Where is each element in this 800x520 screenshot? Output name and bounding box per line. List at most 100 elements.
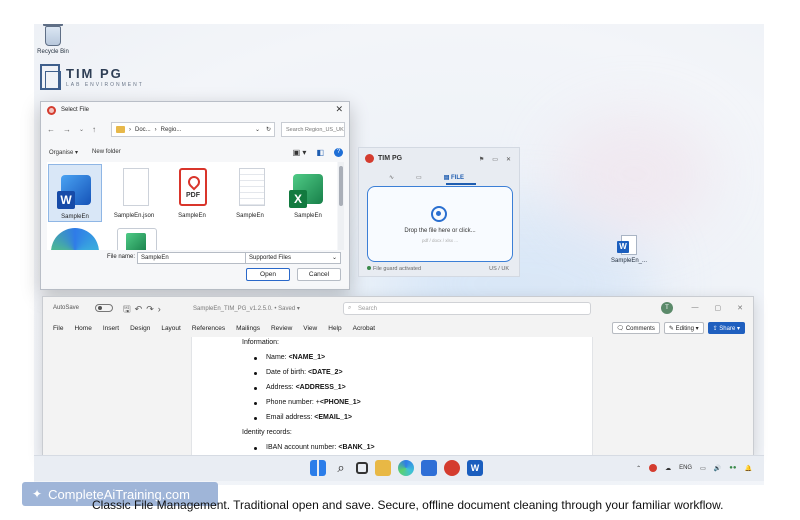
breadcrumb-item[interactable]: Regio... xyxy=(161,127,182,133)
tab-mailings[interactable]: Mailings xyxy=(236,325,260,332)
autosave-toggle[interactable] xyxy=(95,304,113,312)
start-icon[interactable] xyxy=(310,460,326,476)
region-text: US / UK xyxy=(489,266,509,272)
taskbar-icons: ⌕ W xyxy=(310,460,483,476)
new-folder-button[interactable]: New folder xyxy=(92,149,121,155)
quick-access-icons[interactable]: 🖫↶↷› xyxy=(123,302,165,318)
tab-home[interactable]: Home xyxy=(74,325,91,332)
tim-pg-icon[interactable] xyxy=(444,460,460,476)
excel-icon: X xyxy=(289,174,323,208)
display-icon[interactable]: ▭ xyxy=(700,465,706,472)
address-bar[interactable]: › Doc... › Regio... ⌄ ↻ xyxy=(111,122,275,137)
word-search-input[interactable]: ⌕ Search xyxy=(343,302,591,315)
recycle-bin[interactable]: Recycle Bin xyxy=(34,24,72,55)
tab-view[interactable]: View xyxy=(303,325,317,332)
card-icon[interactable]: ▭ xyxy=(416,174,422,181)
forward-arrow-icon[interactable]: → xyxy=(63,125,71,134)
refresh-icon[interactable]: ↻ xyxy=(266,126,271,133)
list-item: Email address: <EMAIL_1> xyxy=(254,414,352,421)
select-file-dialog: Select File ✕ ← → ⌄ ↑ › Doc... › Regio..… xyxy=(40,101,350,290)
search-input[interactable]: Search Region_US_UK xyxy=(281,122,345,137)
language-indicator[interactable]: ENG xyxy=(679,465,692,471)
volume-icon[interactable]: 🔊 xyxy=(714,465,721,472)
file-item-text[interactable]: SampleEn xyxy=(223,164,277,222)
field-tag: <EMAIL_1> xyxy=(314,414,352,421)
tab-design[interactable]: Design xyxy=(130,325,150,332)
avatar[interactable]: T xyxy=(661,302,673,314)
task-view-icon[interactable] xyxy=(356,462,368,474)
desktop-file[interactable]: W SampleEn_... xyxy=(604,235,654,264)
file-explorer-icon[interactable] xyxy=(375,460,391,476)
tab-layout[interactable]: Layout xyxy=(161,325,181,332)
organise-button[interactable]: Organise ▾ xyxy=(49,149,78,156)
file-item-word[interactable]: W SampleEn xyxy=(48,164,102,222)
breadcrumb-item[interactable]: Doc... xyxy=(135,127,151,133)
word-icon[interactable]: W xyxy=(467,460,483,476)
word-file-icon: W xyxy=(617,235,637,255)
cloud-icon[interactable]: ☁ xyxy=(665,465,671,472)
chevron-up-icon[interactable]: ⌃ xyxy=(636,465,641,472)
tab-insert[interactable]: Insert xyxy=(103,325,119,332)
system-tray: ⌃ ☁ ENG ▭ 🔊 ●● 🔔 xyxy=(636,464,752,472)
active-tab-indicator xyxy=(446,183,476,185)
logo-title: TIM PG xyxy=(66,66,123,81)
pulse-icon[interactable]: ∿ xyxy=(389,174,394,181)
file-type-select[interactable]: Supported Files ⌄ xyxy=(245,252,341,264)
drop-zone-text: Drop the file here or click... xyxy=(404,228,476,234)
minimize-icon[interactable]: — xyxy=(692,304,699,312)
search-icon[interactable]: ⌕ xyxy=(333,460,349,476)
close-icon[interactable]: ✕ xyxy=(335,104,343,115)
document-page[interactable]: Information: Name: <NAME_1> Date of birt… xyxy=(191,337,593,455)
panel-tabs: ∿ ▭ ▤ FILE xyxy=(389,174,464,181)
notification-icon[interactable]: 🔔 xyxy=(745,465,752,472)
drop-zone-subtext: pdf / docx / xlsx ... xyxy=(421,238,458,243)
field-tag: <ADDRESS_1> xyxy=(295,384,346,391)
tab-file[interactable]: File xyxy=(53,325,63,332)
chevron-down-icon[interactable]: ⌄ xyxy=(255,126,260,133)
edge-icon[interactable] xyxy=(51,228,99,250)
document-title[interactable]: SampleEn_TIM_PG_v1.2.5.0. • Saved ▾ xyxy=(193,305,300,312)
file-list: W SampleEn SampleEn.json PDF SampleEn Sa… xyxy=(47,162,337,250)
edge-icon[interactable] xyxy=(398,460,414,476)
help-icon[interactable]: ? xyxy=(334,147,343,157)
file-item-pdf[interactable]: PDF SampleEn xyxy=(165,164,219,222)
comments-label: Comments xyxy=(625,326,655,332)
close-icon[interactable]: ✕ xyxy=(737,304,743,312)
search-icon: ⌕ xyxy=(348,305,352,311)
scrollbar[interactable] xyxy=(338,162,344,250)
status-text: File guard activated xyxy=(367,266,421,272)
cancel-button[interactable]: Cancel xyxy=(297,268,341,281)
tab-review[interactable]: Review xyxy=(271,325,292,332)
restore-icon[interactable]: ▭ xyxy=(492,156,498,163)
excel-file-icon[interactable] xyxy=(117,228,157,250)
caption-text: Classic File Management. Traditional ope… xyxy=(92,498,724,512)
view-options-icon[interactable]: ▣ ▾ xyxy=(293,148,307,157)
status-dot-icon xyxy=(367,266,371,270)
tab-references[interactable]: References xyxy=(192,325,225,332)
word-icon: W xyxy=(57,175,91,209)
up-arrow-icon[interactable]: ↑ xyxy=(92,125,96,134)
network-icon[interactable]: ●● xyxy=(729,465,736,471)
tab-file-label: FILE xyxy=(451,175,465,181)
tim-pg-tray-icon[interactable] xyxy=(649,464,658,472)
editing-button[interactable]: ✎ Editing ▾ xyxy=(663,322,704,334)
app-icon xyxy=(47,105,56,115)
file-item-excel[interactable]: X SampleEn xyxy=(281,164,335,222)
file-drop-zone[interactable]: Drop the file here or click... pdf / doc… xyxy=(367,186,513,262)
field-label: Phone number: + xyxy=(266,399,320,406)
tab-file[interactable]: ▤ FILE xyxy=(444,174,464,181)
tab-help[interactable]: Help xyxy=(328,325,341,332)
back-arrow-icon[interactable]: ← xyxy=(47,125,55,134)
preview-pane-icon[interactable]: ◧ xyxy=(316,148,324,157)
file-item-json[interactable]: SampleEn.json xyxy=(107,164,161,222)
share-button[interactable]: ⇪ Share ▾ xyxy=(707,322,745,334)
chevron-down-icon[interactable]: ⌄ xyxy=(332,254,337,261)
close-icon[interactable]: ✕ xyxy=(506,156,511,163)
comments-button[interactable]: 🗨 Comments xyxy=(611,322,660,334)
store-icon[interactable] xyxy=(421,460,437,476)
chevron-down-icon[interactable]: ⌄ xyxy=(79,126,84,133)
maximize-icon[interactable]: ▢ xyxy=(715,304,722,312)
tab-acrobat[interactable]: Acrobat xyxy=(353,325,375,332)
open-button[interactable]: Open xyxy=(246,268,290,281)
flag-icon[interactable]: ⚑ xyxy=(479,156,484,163)
